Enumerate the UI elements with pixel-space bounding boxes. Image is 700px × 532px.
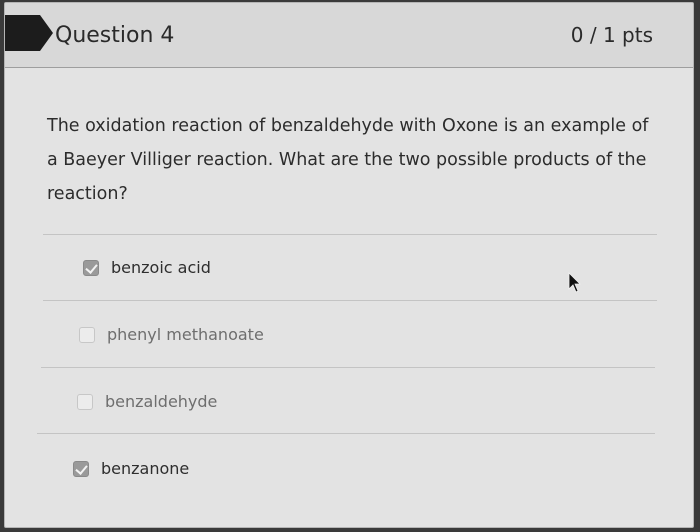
checkbox-checked-icon[interactable] (83, 259, 99, 276)
answer-option-benzaldehyde[interactable]: benzaldehyde (77, 392, 217, 411)
checkbox-unchecked-icon[interactable] (77, 393, 93, 410)
answer-option-phenyl-methanoate[interactable]: phenyl methanoate (79, 325, 264, 344)
answer-label: benzoic acid (111, 258, 211, 277)
checkbox-unchecked-icon[interactable] (79, 326, 95, 343)
answer-option-benzoic-acid[interactable]: benzoic acid (83, 258, 211, 277)
answer-label: phenyl methanoate (107, 325, 264, 344)
divider (43, 234, 657, 235)
divider (41, 367, 655, 368)
question-header: Question 4 0 / 1 pts (5, 3, 693, 68)
divider (37, 433, 655, 434)
question-card: Question 4 0 / 1 pts The oxidation react… (4, 2, 694, 528)
answer-option-benzanone[interactable]: benzanone (73, 459, 189, 478)
question-points: 0 / 1 pts (570, 23, 653, 47)
divider (43, 300, 657, 301)
question-text: The oxidation reaction of benzaldehyde w… (47, 116, 649, 204)
question-marker-flag (5, 15, 53, 51)
question-title: Question 4 (55, 23, 175, 48)
mouse-cursor-icon (568, 272, 581, 293)
answer-label: benzaldehyde (105, 392, 218, 411)
answer-label: benzanone (101, 459, 190, 478)
checkbox-checked-icon[interactable] (73, 460, 89, 477)
